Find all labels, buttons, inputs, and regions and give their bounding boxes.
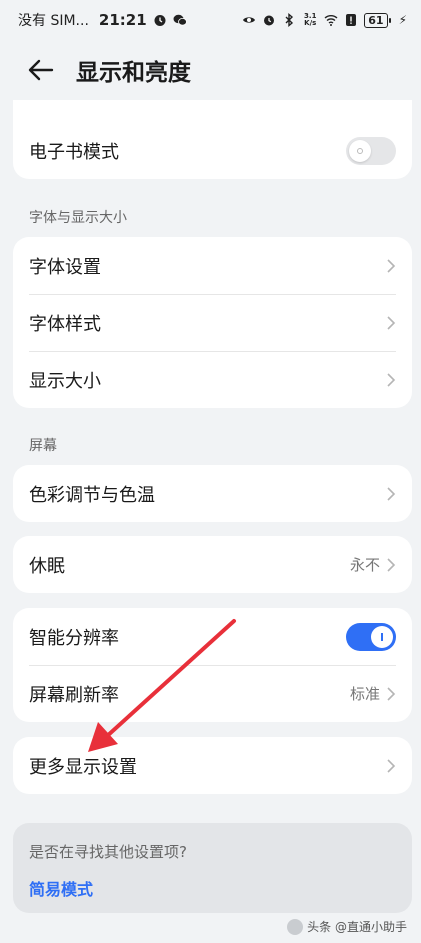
refresh-rate-row[interactable]: 屏幕刷新率 标准: [13, 665, 412, 722]
sleep-label: 休眠: [29, 555, 65, 577]
chevron-right-icon: [386, 686, 396, 702]
battery-indicator: 61: [364, 12, 391, 28]
display-size-row[interactable]: 显示大小: [13, 351, 412, 408]
page-title: 显示和亮度: [76, 60, 191, 86]
more-display-settings-label: 更多显示设置: [29, 756, 137, 778]
wechat-icon: [173, 13, 187, 27]
ebook-mode-toggle[interactable]: [346, 136, 396, 165]
font-style-row[interactable]: 字体样式: [13, 294, 412, 351]
app-header: 显示和亮度: [0, 40, 421, 100]
clock: 21:21: [98, 11, 147, 29]
ebook-card: 电子书模式: [13, 122, 412, 179]
section-title-font: 字体与显示大小: [29, 210, 127, 226]
alert-icon: [344, 13, 358, 27]
more-display-card: 更多显示设置: [13, 737, 412, 794]
resolution-card: 智能分辨率 屏幕刷新率 标准: [13, 608, 412, 722]
display-size-label: 显示大小: [29, 370, 101, 392]
ebook-mode-label: 电子书模式: [29, 141, 119, 163]
refresh-rate-label: 屏幕刷新率: [29, 684, 119, 706]
smart-resolution-toggle[interactable]: [346, 622, 396, 651]
chevron-right-icon: [386, 372, 396, 388]
watermark-text: 头条 @直通小助手: [307, 920, 407, 934]
watermark: 头条 @直通小助手: [287, 918, 407, 935]
status-bar: 没有 SIM... 21:21 3.1 K/s 61 ⚡: [0, 0, 421, 40]
font-style-label: 字体样式: [29, 313, 101, 335]
sleep-card: 休眠 永不: [13, 536, 412, 593]
carrier-text: 没有 SIM...: [18, 13, 89, 29]
arrow-left-icon: [28, 59, 54, 81]
chevron-right-icon: [386, 486, 396, 502]
suggestion-panel: 是否在寻找其他设置项? 简易模式: [13, 823, 412, 913]
chevron-right-icon: [386, 557, 396, 573]
simple-mode-link[interactable]: 简易模式: [29, 876, 93, 900]
color-temperature-label: 色彩调节与色温: [29, 484, 155, 506]
chevron-right-icon: [386, 315, 396, 331]
back-button[interactable]: [26, 55, 56, 85]
section-title-screen: 屏幕: [29, 438, 57, 454]
font-card: 字体设置 字体样式 显示大小: [13, 237, 412, 408]
chevron-right-icon: [386, 758, 396, 774]
refresh-rate-value: 标准: [349, 685, 380, 703]
font-settings-label: 字体设置: [29, 256, 101, 278]
ebook-mode-row[interactable]: 电子书模式: [13, 122, 412, 179]
color-temperature-row[interactable]: 色彩调节与色温: [13, 465, 412, 522]
eye-icon: [242, 13, 256, 27]
smart-resolution-row[interactable]: 智能分辨率: [13, 608, 412, 665]
alarm-icon: [153, 13, 167, 27]
scrolled-item-remnant: [13, 100, 412, 122]
font-settings-row[interactable]: 字体设置: [13, 237, 412, 294]
wifi-icon: [324, 13, 338, 27]
sleep-value: 永不: [349, 556, 380, 574]
watermark-logo-icon: [287, 918, 304, 935]
charging-icon: ⚡: [398, 13, 407, 27]
network-speed: 3.1 K/s: [304, 12, 317, 27]
color-card: 色彩调节与色温: [13, 465, 412, 522]
alarm-clock-icon: [262, 13, 276, 27]
sleep-row[interactable]: 休眠 永不: [13, 536, 412, 593]
bluetooth-icon: [282, 13, 296, 27]
smart-resolution-label: 智能分辨率: [29, 627, 119, 649]
more-display-settings-row[interactable]: 更多显示设置: [13, 737, 412, 794]
suggestion-question: 是否在寻找其他设置项?: [29, 843, 187, 861]
chevron-right-icon: [386, 258, 396, 274]
